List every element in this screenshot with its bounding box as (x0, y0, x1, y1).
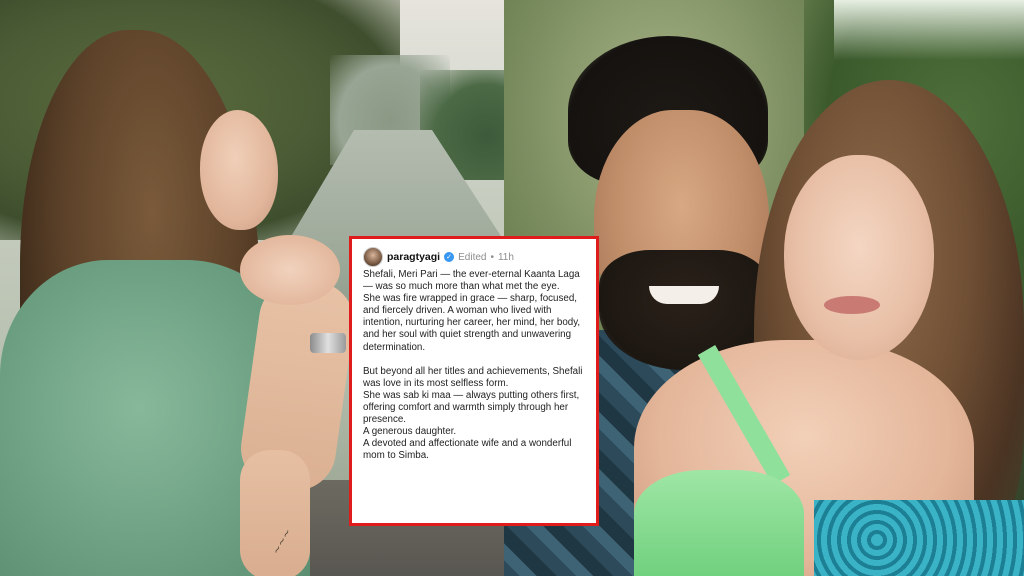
caption-paragraph: She was sab ki maa — always putting othe… (363, 389, 580, 426)
crochet-cover (814, 500, 1024, 576)
verified-badge-icon: ✓ (444, 252, 455, 262)
timestamp: 11h (497, 251, 514, 263)
green-bikini-top (634, 470, 804, 576)
caption-text: Shefali, Meri Pari — the ever-eternal Ka… (363, 269, 587, 462)
caption-paragraph: Shefali, Meri Pari — the ever-eternal Ka… (363, 269, 580, 293)
woman-hand (240, 235, 340, 305)
username[interactable]: paragtyagi (387, 251, 440, 263)
caption-paragraph: She was fire wrapped in grace — sharp, f… (363, 293, 581, 353)
woman-lips (824, 296, 880, 314)
avatar[interactable] (363, 247, 383, 267)
caption-paragraph: But beyond all her titles and achievemen… (363, 365, 583, 389)
caption-paragraph: A devoted and affectionate wife and a wo… (363, 438, 572, 462)
woman-face (200, 110, 278, 230)
caption-header: paragtyagi ✓ Edited • 11h (363, 247, 587, 267)
separator-dot: • (490, 251, 494, 263)
sky (834, 0, 1024, 60)
wristwatch (310, 333, 346, 353)
edited-label: Edited (458, 251, 487, 263)
woman-forearm (240, 450, 310, 576)
woman-face (784, 155, 934, 360)
instagram-caption-card: paragtyagi ✓ Edited • 11h Shefali, Meri … (349, 236, 599, 526)
caption-paragraph: A generous daughter. (363, 426, 457, 438)
man-smile (649, 286, 719, 304)
